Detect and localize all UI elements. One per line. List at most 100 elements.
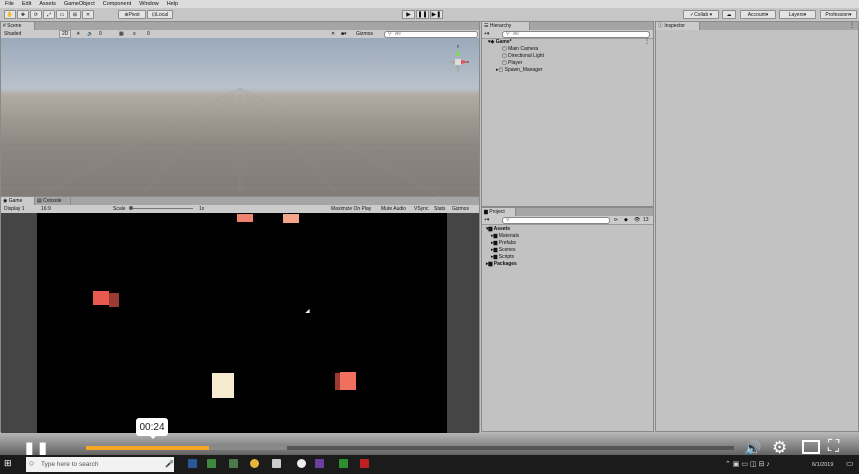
scene-menu-icon[interactable]: ⋮ [644,38,650,45]
tab-project[interactable]: ▆ Project [482,208,516,216]
video-time-tooltip: 00:24 [136,418,168,436]
tools-icon[interactable]: ✕ [331,30,335,38]
aspect-dropdown[interactable]: 16:9 [41,205,51,213]
project-item-materials[interactable]: ▸▆ Materials [491,233,519,239]
project-item-assets[interactable]: ▾▆ Assets [486,226,510,232]
pivot-button[interactable]: ⊕ Pivot [118,10,146,19]
taskbar-app-icon[interactable] [229,459,238,468]
effects-icon[interactable]: ▦ [119,30,124,38]
game-gizmos-dropdown[interactable]: Gizmos [452,205,469,213]
project-item-scenes[interactable]: ▸▆ Scenes [491,247,515,253]
cloud-icon[interactable]: ☁ [722,10,736,19]
play-button[interactable]: ▶ [402,10,415,19]
tab-hierarchy[interactable]: ☰ Hierarchy [482,22,530,30]
windows-start-icon[interactable]: ⊞ [4,459,13,468]
project-count: 13 [643,217,649,223]
account-dropdown[interactable]: Account ▾ [740,10,776,19]
chrome-icon[interactable] [250,459,259,468]
scene-search-input[interactable]: ⚲ All [384,31,478,38]
rect-tool-icon[interactable]: ▭ [56,10,68,19]
visual-studio-icon[interactable] [315,459,324,468]
filter-label-icon[interactable]: ◆ [624,216,628,224]
menu-component[interactable]: Component [103,1,131,7]
scene-gizmos-dropdown[interactable]: Gizmos [356,30,373,38]
layout-dropdown[interactable]: Profession ▾ [820,10,857,19]
taskbar-app-icon[interactable] [207,459,216,468]
scale-slider-handle[interactable] [129,206,133,210]
game-viewport[interactable] [37,213,447,433]
enemy-cube [93,291,109,305]
picture-in-picture-icon[interactable] [802,440,820,454]
custom-tool-icon[interactable]: ✕ [82,10,94,19]
menu-bar: File Edit Assets GameObject Component Wi… [0,0,859,8]
step-button[interactable]: ▶❚ [430,10,443,19]
menu-gameobject[interactable]: GameObject [64,1,95,7]
maximize-on-play-toggle[interactable]: Maximize On Play [331,205,371,213]
rotate-tool-icon[interactable]: ⟳ [30,10,42,19]
system-tray-icons[interactable]: ⌃ ▣ ▭ ◫ ⊟ ♪ [725,460,770,468]
hand-tool-icon[interactable]: ✋ [4,10,16,19]
2d-toggle[interactable]: 2D [59,30,72,38]
lighting-icon[interactable]: ☀ [76,30,80,38]
tab-scene[interactable]: # Scene [1,22,35,30]
hierarchy-item-spawn-manager[interactable]: ▸▢ Spawn_Manager [496,67,542,73]
enemy-cube [283,214,299,223]
menu-edit[interactable]: Edit [22,1,31,7]
filter-type-icon[interactable]: ⊳ [614,216,618,224]
project-item-scripts[interactable]: ▸▆ Scripts [491,254,514,260]
folder-icon: ▆ [493,233,498,239]
unity-hub-icon[interactable] [297,459,306,468]
project-search-icon: ⚲ [506,217,510,223]
project-search-input[interactable]: ⚲ [502,217,610,224]
menu-window[interactable]: Window [139,1,159,7]
scene-viewport[interactable]: y x [1,38,479,217]
project-item-packages[interactable]: ▸▆ Packages [486,261,517,267]
orientation-gizmo[interactable]: y x [445,43,471,76]
local-button[interactable]: ⊡ Local [147,10,173,19]
layers-icon[interactable]: ≡ [133,30,136,38]
hierarchy-scene-row[interactable]: ▾◈ Game* [488,39,512,45]
vsync-toggle[interactable]: VSync [414,205,428,213]
task-view-icon[interactable] [188,459,197,468]
tab-game[interactable]: ◉ Game [1,197,35,205]
scale-value: 1x [199,206,205,212]
audio-icon[interactable]: 🔈 [87,30,93,38]
project-item-prefabs[interactable]: ▸▆ Prefabs [491,240,516,246]
tab-console[interactable]: ▤ Console [35,197,71,205]
visible-count-icon[interactable]: 👁 [634,216,640,224]
taskbar-app-icon[interactable] [339,459,348,468]
taskbar-app-icon[interactable] [360,459,369,468]
hierarchy-item-directional-light[interactable]: ▢ Directional Light [502,53,544,59]
shading-dropdown[interactable]: Shaded [4,30,21,38]
taskbar-date: 6/1/2019 [812,462,834,468]
hierarchy-item-player[interactable]: ▢ Player [502,60,522,66]
hierarchy-search-input[interactable]: ⚲ All [502,31,650,38]
pause-button[interactable]: ❚❚ [416,10,429,19]
scale-tool-icon[interactable]: ⤢ [43,10,55,19]
tab-inspector[interactable]: ⓘ Inspector [656,22,700,30]
video-progress-track[interactable] [86,446,734,450]
display-dropdown[interactable]: Display 1 [4,205,25,213]
menu-file[interactable]: File [5,1,14,7]
menu-help[interactable]: Help [167,1,178,7]
transform-tool-icon[interactable]: ⊞ [69,10,81,19]
enemy-cube-shade [109,293,119,307]
taskbar-search-input[interactable]: ○ Type here to search 🎤 [26,457,174,472]
scale-slider[interactable] [129,206,193,210]
camera-icon[interactable]: ■▾ [341,30,347,38]
menu-assets[interactable]: Assets [39,1,56,7]
hierarchy-item-main-camera[interactable]: ▢ Main Camera [502,46,538,52]
notification-icon[interactable]: ▭ [846,459,854,468]
chevron-down-icon: ▾ [803,11,807,18]
stats-toggle[interactable]: Stats [434,205,445,213]
project-create-dropdown[interactable]: +▾ [484,216,489,224]
create-dropdown[interactable]: +▾ [484,30,489,38]
layers-dropdown[interactable]: Layers ▾ [779,10,816,19]
scene-icon: # [3,23,6,29]
calculator-icon[interactable] [272,459,281,468]
inspector-menu-icon[interactable]: ⋮ [849,22,855,29]
taskbar-search-icon: ○ [29,458,35,468]
move-tool-icon[interactable]: ✥ [17,10,29,19]
collab-button[interactable]: ✓ Collab ▾ [683,10,719,19]
mute-audio-toggle[interactable]: Mute Audio [381,205,406,213]
